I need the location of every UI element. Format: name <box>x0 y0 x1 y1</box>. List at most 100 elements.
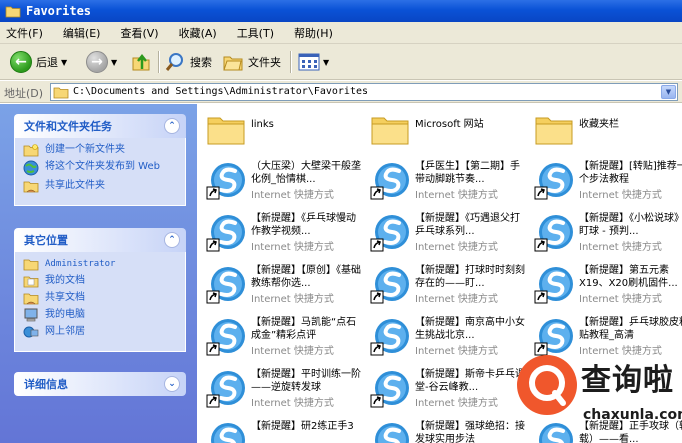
menu-view[interactable]: 查看(V) <box>120 25 158 41</box>
place-my-computer[interactable]: 我的电脑 <box>23 308 177 322</box>
toolbar: ← 后退 ▼ → ▼ 搜索 文件夹 ▼ <box>0 44 682 80</box>
folder-icon <box>53 87 69 99</box>
shortcut-item[interactable]: 【新提醒】《乒乓球慢动作教学视频... Internet 快捷方式 <box>201 204 366 256</box>
other-places-header[interactable]: 其它位置 ⌃ <box>14 228 186 252</box>
collapse-up-icon[interactable]: ⌃ <box>164 118 180 134</box>
folders-label: 文件夹 <box>248 56 281 69</box>
place-administrator[interactable]: Administrator <box>23 258 177 271</box>
views-dropdown-icon[interactable]: ▼ <box>323 58 329 67</box>
shortcut-type: Internet 快捷方式 <box>415 294 498 305</box>
shortcut-name: 【新提醒】《小松说球》盯球 - 预判... <box>579 213 682 237</box>
globe-icon <box>23 160 39 176</box>
shortcut-item[interactable]: 【新提醒】南京高中小女生挑战北京... Internet 快捷方式 <box>365 308 530 360</box>
shortcut-name: 【乒医生】【第二期】手带动脚跳节奏... <box>415 161 520 185</box>
shortcut-item[interactable]: 【新提醒】平时训练一阶——逆旋转发球 Internet 快捷方式 <box>201 360 366 412</box>
forward-button[interactable]: → ▼ <box>86 50 117 74</box>
place-network-label: 网上邻居 <box>45 326 85 337</box>
menu-tools[interactable]: 工具(T) <box>237 25 274 41</box>
shortcut-item[interactable]: （大压梁）大壁梁干般垄化例_怡情棋... Internet 快捷方式 <box>201 152 366 204</box>
up-folder-button[interactable] <box>130 50 152 74</box>
shortcut-item[interactable]: 【新提醒】【原创】《基础教练帮你选... Internet 快捷方式 <box>201 256 366 308</box>
place-network[interactable]: 网上邻居 <box>23 326 177 339</box>
shortcut-item[interactable]: 【新提醒】[转贴]推荐一个步法教程 Internet 快捷方式 <box>529 152 682 204</box>
shortcut-item[interactable]: 【新提醒】打球时时刻刻存在的——盯... Internet 快捷方式 <box>365 256 530 308</box>
internet-shortcut-icon <box>534 215 573 252</box>
folder-item[interactable]: 收藏夹栏 <box>529 104 682 152</box>
shortcut-item[interactable]: 【新提醒】马凯能“点石成金”精彩点评 Internet 快捷方式 <box>201 308 366 360</box>
shortcut-item[interactable]: 【新提醒】《巧遇退父打乒乓球系列... Internet 快捷方式 <box>365 204 530 256</box>
menu-help[interactable]: 帮助(H) <box>294 25 333 41</box>
shortcut-name: 【新提醒】马凯能“点石成金”精彩点评 <box>251 317 357 341</box>
shortcut-name: 【新提醒】[转贴]推荐一个步法教程 <box>579 161 682 185</box>
back-button[interactable]: ← 后退 ▼ <box>10 50 67 74</box>
shortcut-type: Internet 快捷方式 <box>251 346 334 357</box>
place-my-documents-label: 我的文档 <box>45 275 85 286</box>
back-dropdown-icon[interactable]: ▼ <box>61 58 67 67</box>
folder-item[interactable]: Microsoft 网站 <box>365 104 530 152</box>
expand-down-icon[interactable]: ⌄ <box>164 376 180 392</box>
shortcut-item[interactable]: 【新提醒】斯帝卡乒乓课堂-谷云峰教... Internet 快捷方式 <box>365 360 530 412</box>
window-title: Favorites <box>26 4 92 18</box>
folder-icon <box>5 6 21 18</box>
shortcut-item[interactable]: 【新提醒】强球绝招：接发球实用步法Internet 快捷方式 <box>365 412 530 443</box>
shortcut-type: Internet 快捷方式 <box>251 294 334 305</box>
folder-icon <box>371 117 409 145</box>
address-input[interactable]: C:\Documents and Settings\Administrator\… <box>50 83 678 101</box>
folder-icon <box>535 117 573 145</box>
up-folder-icon <box>132 53 150 71</box>
address-dropdown-icon[interactable]: ▼ <box>661 85 676 99</box>
shortcut-type: Internet 快捷方式 <box>579 242 662 253</box>
task-publish-web[interactable]: 将这个文件夹发布到 Web <box>23 160 177 176</box>
internet-shortcut-icon <box>370 215 409 252</box>
place-administrator-label: Administrator <box>45 259 116 269</box>
task-share-folder[interactable]: 共享此文件夹 <box>23 180 177 193</box>
shortcut-type: Internet 快捷方式 <box>415 346 498 357</box>
shortcut-name: 【新提醒】《巧遇退父打乒乓球系列... <box>415 213 520 237</box>
menu-favorites[interactable]: 收藏(A) <box>179 25 217 41</box>
shortcut-type: Internet 快捷方式 <box>415 242 498 253</box>
menu-edit[interactable]: 编辑(E) <box>63 25 101 41</box>
collapse-up-icon[interactable]: ⌃ <box>164 232 180 248</box>
shortcut-type: Internet 快捷方式 <box>579 190 662 201</box>
internet-shortcut-icon <box>534 267 573 304</box>
internet-shortcut-icon <box>534 163 573 200</box>
details-header[interactable]: 详细信息 ⌄ <box>14 372 186 396</box>
my-documents-icon <box>23 276 39 288</box>
shortcut-name: 【新提醒】【原创】《基础教练帮你选... <box>251 265 361 289</box>
folder-item[interactable]: links <box>201 104 366 152</box>
shortcut-item[interactable]: 【新提醒】研2练正手3Internet 快捷方式 <box>201 412 366 443</box>
toolbar-separator <box>290 51 291 73</box>
place-shared-documents-label: 共享文档 <box>45 292 85 303</box>
views-icon <box>298 53 320 71</box>
address-path: C:\Documents and Settings\Administrator\… <box>73 86 369 97</box>
place-my-computer-label: 我的电脑 <box>45 309 85 320</box>
other-places-panel: 其它位置 ⌃ Administrator 我的文档 共享文档 我的电脑 网上邻居 <box>14 228 186 352</box>
shortcut-item[interactable]: 【新提醒】《小松说球》盯球 - 预判... Internet 快捷方式 <box>529 204 682 256</box>
title-bar: Favorites <box>0 0 682 22</box>
shortcut-name: 【新提醒】研2练正手3 <box>251 421 354 432</box>
search-button[interactable]: 搜索 <box>164 50 212 74</box>
folder-icon <box>207 117 245 145</box>
folders-icon <box>223 56 243 71</box>
internet-shortcut-icon <box>370 267 409 304</box>
shortcut-item[interactable]: 【乒医生】【第二期】手带动脚跳节奏... Internet 快捷方式 <box>365 152 530 204</box>
folders-button[interactable]: 文件夹 <box>222 50 281 74</box>
computer-icon <box>24 308 38 322</box>
watermark-url: chaxunla.com <box>583 407 682 423</box>
task-share-folder-label: 共享此文件夹 <box>45 180 105 191</box>
folder-name: 收藏夹栏 <box>579 119 619 130</box>
place-shared-documents[interactable]: 共享文档 <box>23 292 177 305</box>
task-new-folder[interactable]: 创建一个新文件夹 <box>23 144 177 157</box>
address-bar: 地址(D) C:\Documents and Settings\Administ… <box>0 81 682 103</box>
menu-file[interactable]: 文件(F) <box>6 25 43 41</box>
internet-shortcut-icon <box>206 267 245 304</box>
file-tasks-header[interactable]: 文件和文件夹任务 ⌃ <box>14 114 186 138</box>
place-my-documents[interactable]: 我的文档 <box>23 275 177 288</box>
folder-name: links <box>251 119 274 130</box>
shortcut-name: 【新提醒】乒乓球胶皮粘贴教程_高清 <box>579 317 682 341</box>
shortcut-item[interactable]: 【新提醒】第五元素X19、X20刷机固件... Internet 快捷方式 <box>529 256 682 308</box>
views-button[interactable]: ▼ <box>298 50 329 74</box>
new-folder-icon <box>23 144 39 157</box>
share-folder-icon <box>23 181 39 193</box>
forward-dropdown-icon[interactable]: ▼ <box>111 58 117 67</box>
